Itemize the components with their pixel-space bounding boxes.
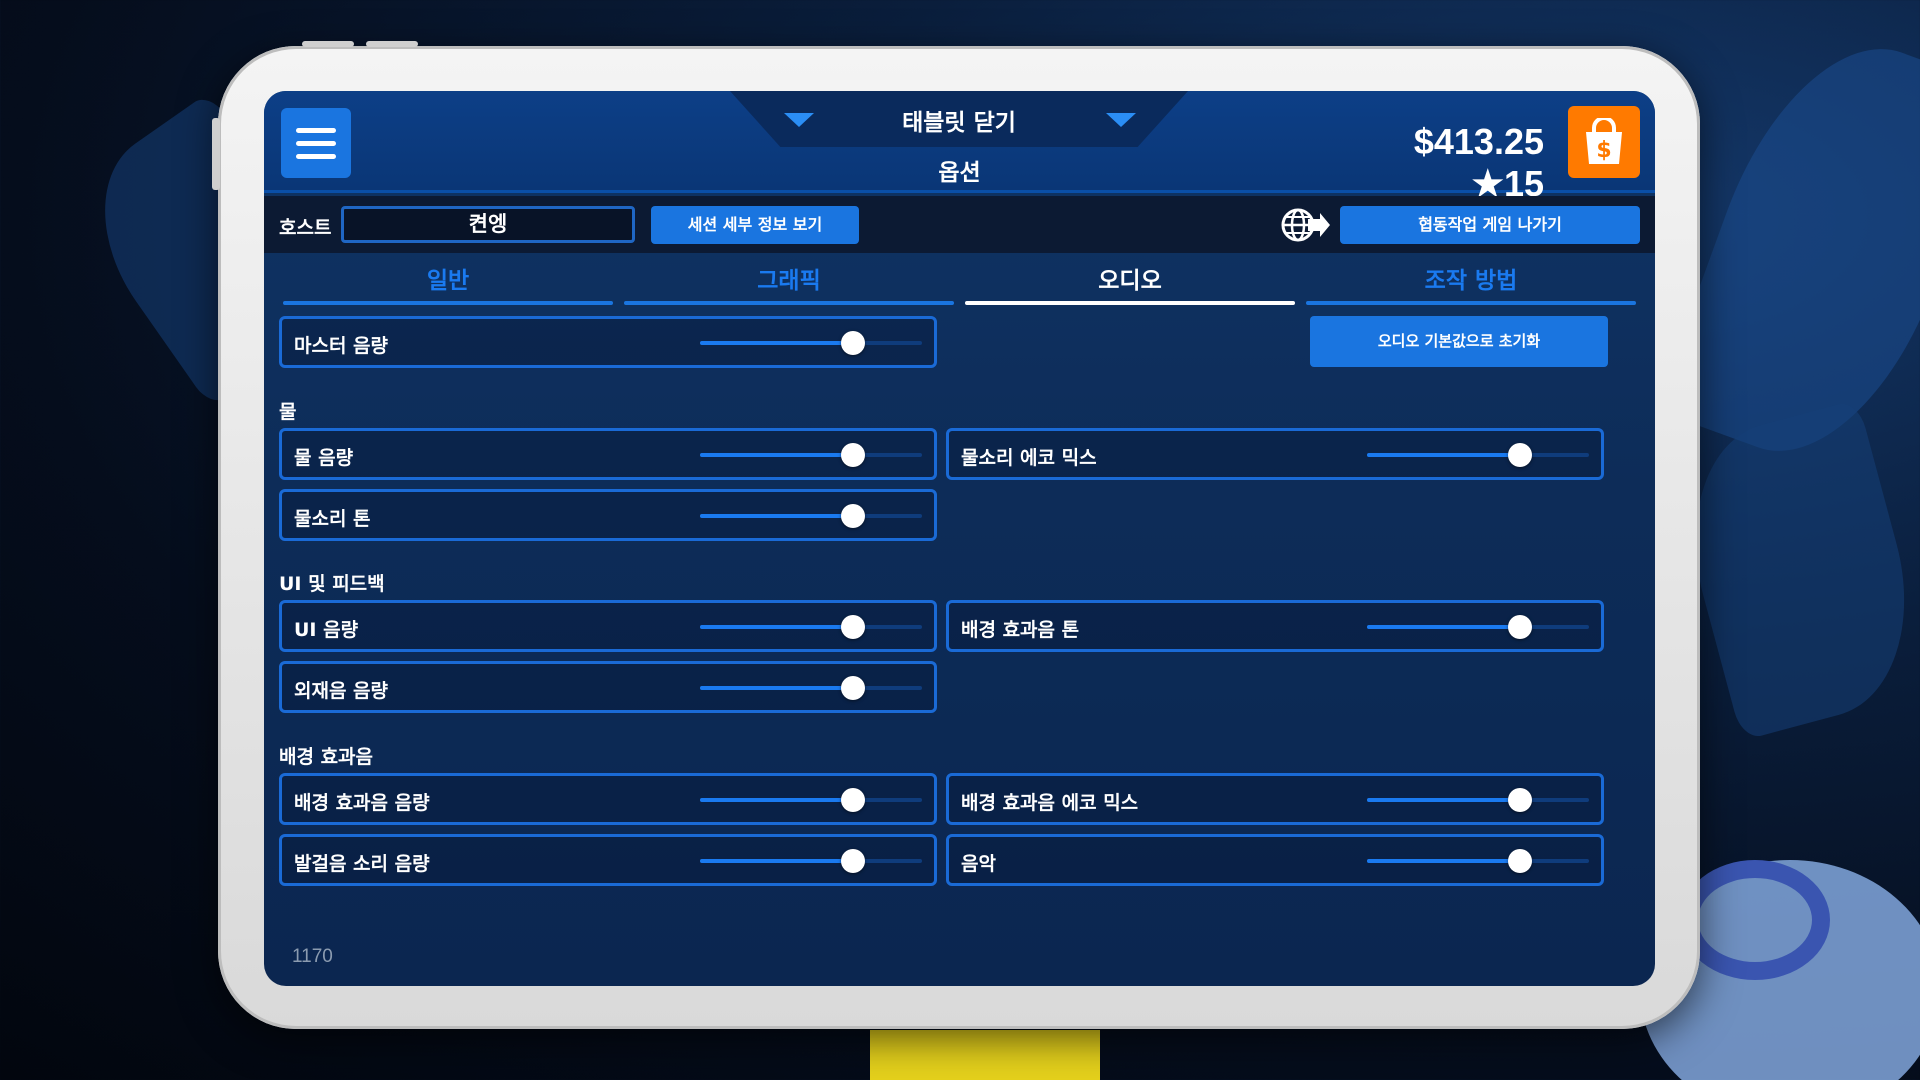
ambient-echo-mix-row: 배경 효과음 에코 믹스 bbox=[946, 773, 1604, 825]
currency-display: $413.25 ★15 bbox=[1344, 121, 1544, 205]
external-sound-volume-row: 외재음 음량 bbox=[279, 661, 937, 713]
shop-button[interactable]: $ bbox=[1568, 106, 1640, 178]
ambient-volume-slider[interactable] bbox=[700, 788, 922, 812]
slider-thumb[interactable] bbox=[841, 443, 866, 467]
close-tablet-label[interactable]: 태블릿 닫기 bbox=[730, 103, 1188, 137]
master-volume-slider[interactable] bbox=[700, 331, 922, 355]
svg-text:$: $ bbox=[1596, 138, 1611, 163]
slider-label: UI 음량 bbox=[294, 619, 359, 641]
host-label: 호스트 bbox=[279, 217, 332, 239]
tab-general[interactable]: 일반 bbox=[283, 261, 613, 305]
slider-thumb[interactable] bbox=[1508, 788, 1533, 812]
build-number: 1170 bbox=[292, 946, 333, 967]
tab-controls[interactable]: 조작 방법 bbox=[1306, 261, 1636, 305]
slider-label: 배경 효과음 에코 믹스 bbox=[961, 792, 1139, 814]
leave-coop-button[interactable]: 협동작업 게임 나가기 bbox=[1340, 206, 1640, 244]
section-title-ui-feedback: UI 및 피드백 bbox=[279, 573, 385, 595]
external-sound-volume-slider[interactable] bbox=[700, 676, 922, 700]
tablet-side-button bbox=[212, 118, 220, 190]
slider-label: 물 음량 bbox=[294, 447, 354, 469]
footstep-volume-row: 발걸음 소리 음량 bbox=[279, 834, 937, 886]
tablet-top-button bbox=[302, 41, 354, 47]
water-volume-row: 물 음량 bbox=[279, 428, 937, 480]
slider-thumb[interactable] bbox=[841, 331, 866, 355]
ui-volume-slider[interactable] bbox=[700, 615, 922, 639]
slider-thumb[interactable] bbox=[841, 615, 866, 639]
slider-fill bbox=[700, 341, 854, 345]
water-tone-slider[interactable] bbox=[700, 504, 922, 528]
slider-label: 발걸음 소리 음량 bbox=[294, 853, 430, 875]
background-leaf bbox=[1664, 399, 1920, 741]
slider-thumb[interactable] bbox=[841, 788, 866, 812]
music-volume-row: 음악 bbox=[946, 834, 1604, 886]
top-bar: 태블릿 닫기 옵션 $413.25 ★15 $ bbox=[264, 91, 1655, 204]
ui-volume-row: UI 음량 bbox=[279, 600, 937, 652]
background-creature-ring bbox=[1680, 860, 1830, 980]
slider-thumb[interactable] bbox=[1508, 615, 1533, 639]
slider-thumb[interactable] bbox=[841, 504, 866, 528]
section-title-ambient: 배경 효과음 bbox=[279, 746, 374, 768]
tablet-top-button bbox=[366, 41, 418, 47]
money-amount: $413.25 bbox=[1413, 121, 1544, 162]
master-volume-row: 마스터 음량 bbox=[279, 316, 937, 368]
tab-audio[interactable]: 오디오 bbox=[965, 261, 1295, 305]
section-title-water: 물 bbox=[279, 401, 297, 423]
host-bar: 호스트 켠엥 세션 세부 정보 보기 협동작업 게임 나가기 bbox=[264, 196, 1655, 253]
slider-label: 물소리 에코 믹스 bbox=[961, 447, 1097, 469]
slider-thumb[interactable] bbox=[1508, 443, 1533, 467]
slider-label: 물소리 톤 bbox=[294, 508, 371, 530]
hamburger-menu-icon bbox=[296, 127, 336, 133]
host-name-field: 켠엥 bbox=[341, 206, 635, 243]
options-screen: 태블릿 닫기 옵션 $413.25 ★15 $ 호스트 켠엥 세션 세부 정보 … bbox=[264, 91, 1655, 986]
water-volume-slider[interactable] bbox=[700, 443, 922, 467]
slider-thumb[interactable] bbox=[841, 849, 866, 873]
globe-exit-icon[interactable] bbox=[1280, 205, 1330, 249]
ambient-volume-row: 배경 효과음 음량 bbox=[279, 773, 937, 825]
water-echo-mix-row: 물소리 에코 믹스 bbox=[946, 428, 1604, 480]
tab-graphics[interactable]: 그래픽 bbox=[624, 261, 954, 305]
slider-label: 음악 bbox=[961, 853, 996, 875]
slider-thumb[interactable] bbox=[841, 676, 866, 700]
ambient-tone-row: 배경 효과음 톤 bbox=[946, 600, 1604, 652]
background-yellow-object bbox=[870, 1030, 1100, 1080]
slider-label: 외재음 음량 bbox=[294, 680, 389, 702]
slider-label: 마스터 음량 bbox=[294, 335, 389, 357]
water-tone-row: 물소리 톤 bbox=[279, 489, 937, 541]
water-echo-mix-slider[interactable] bbox=[1367, 443, 1589, 467]
ambient-tone-slider[interactable] bbox=[1367, 615, 1589, 639]
ambient-echo-mix-slider[interactable] bbox=[1367, 788, 1589, 812]
slider-label: 배경 효과음 음량 bbox=[294, 792, 430, 814]
footstep-volume-slider[interactable] bbox=[700, 849, 922, 873]
music-volume-slider[interactable] bbox=[1367, 849, 1589, 873]
shopping-bag-dollar-icon: $ bbox=[1586, 118, 1622, 164]
reset-audio-defaults-button[interactable]: 오디오 기본값으로 초기화 bbox=[1310, 316, 1608, 367]
slider-label: 배경 효과음 톤 bbox=[961, 619, 1080, 641]
slider-thumb[interactable] bbox=[1508, 849, 1533, 873]
session-details-button[interactable]: 세션 세부 정보 보기 bbox=[651, 206, 859, 244]
